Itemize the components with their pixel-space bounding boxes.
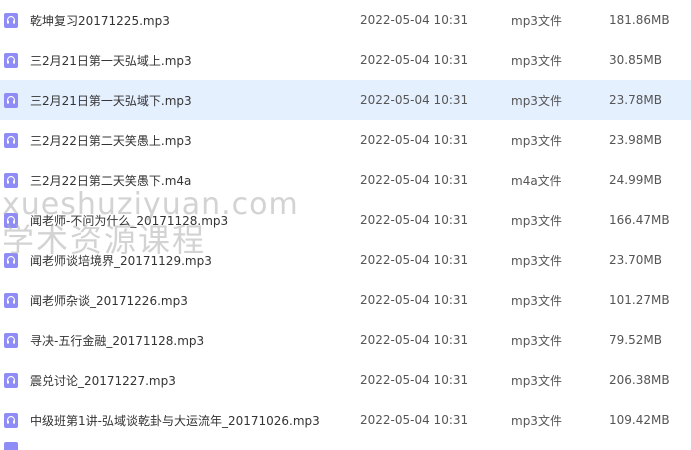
- file-row[interactable]: 三2月22日第二天笑愚上.mp3 2022-05-04 10:31 mp3文件 23.…: [0, 120, 691, 160]
- headphones-icon: [4, 92, 18, 108]
- modified-date: 2022-05-04 10:31: [360, 173, 469, 187]
- modified-date: 2022-05-04 10:31: [360, 213, 469, 227]
- file-row[interactable]: 寻决-五行金融_20171128.mp3 2022-05-04 10:31 mp3文…: [0, 320, 691, 360]
- file-type: mp3文件: [511, 253, 562, 268]
- file-size: 30.85MB: [609, 53, 662, 67]
- modified-date: 2022-05-04 10:31: [360, 373, 469, 387]
- file-name: 三2月22日第二天笑愚上.mp3: [30, 133, 192, 148]
- headphones-icon: [4, 132, 18, 148]
- modified-date: 2022-05-04 10:31: [360, 413, 469, 427]
- file-name: 闻老师谈培境界_20171129.mp3: [30, 253, 212, 268]
- file-type: mp3文件: [511, 93, 562, 108]
- file-name: 闻老师杂谈_20171226.mp3: [30, 293, 188, 308]
- file-size: 109.42MB: [609, 413, 670, 427]
- file-size: 79.52MB: [609, 333, 662, 347]
- modified-date: 2022-05-04 10:31: [360, 53, 469, 67]
- file-rows: 乾坤复习20171225.mp3 2022-05-04 10:31 mp3文件 181…: [0, 0, 691, 450]
- file-row[interactable]: 三2月21日第一天弘域上.mp3 2022-05-04 10:31 mp3文件 30.…: [0, 40, 691, 80]
- modified-date: 2022-05-04 10:31: [360, 333, 469, 347]
- file-name: 中级班第1讲-弘域谈乾卦与大运流年_20171026.mp3: [30, 413, 320, 428]
- modified-date: 2022-05-04 10:31: [360, 253, 469, 267]
- file-row[interactable]: 闻老师谈培境界_20171129.mp3 2022-05-04 10:31 mp3文…: [0, 240, 691, 280]
- file-type: m4a文件: [511, 173, 562, 188]
- file-row[interactable]: 三2月21日第一天弘域下.mp3 2022-05-04 10:31 mp3文件 23.…: [0, 80, 691, 120]
- file-type: mp3文件: [511, 53, 562, 68]
- headphones-icon: [4, 412, 18, 428]
- file-size: 23.78MB: [609, 93, 662, 107]
- file-row[interactable]: 乾坤复习20171225.mp3 2022-05-04 10:31 mp3文件 181…: [0, 0, 691, 40]
- file-name: 三2月21日第一天弘域下.mp3: [30, 93, 192, 108]
- file-row[interactable]: 中级班第1讲-弘域谈乾卦与大运流年_20171026.mp3 2022-05-04…: [0, 400, 691, 440]
- file-size: 23.70MB: [609, 253, 662, 267]
- headphones-icon: [4, 52, 18, 68]
- file-size: 206.38MB: [609, 373, 670, 387]
- headphones-icon: [4, 172, 18, 188]
- headphones-icon: [4, 442, 18, 450]
- modified-date: 2022-05-04 10:31: [360, 133, 469, 147]
- file-size: 166.47MB: [609, 213, 670, 227]
- file-type: mp3文件: [511, 13, 562, 28]
- file-name: 闻老师-不问为什么_20171128.mp3: [30, 213, 229, 228]
- modified-date: 2022-05-04 10:31: [360, 293, 469, 307]
- headphones-icon: [4, 12, 18, 28]
- file-type: mp3文件: [511, 293, 562, 308]
- file-list: 乾坤复习20171225.mp3 2022-05-04 10:31 mp3文件 181…: [0, 0, 691, 450]
- headphones-icon: [4, 372, 18, 388]
- file-type: mp3文件: [511, 213, 562, 228]
- file-type: mp3文件: [511, 333, 562, 348]
- file-name: 寻决-五行金融_20171128.mp3: [30, 333, 205, 348]
- file-size: 23.98MB: [609, 133, 662, 147]
- file-row[interactable]: 三2月22日第二天笑愚下.m4a 2022-05-04 10:31 m4a文件 24.…: [0, 160, 691, 200]
- file-type: mp3文件: [511, 413, 562, 428]
- file-size: 24.99MB: [609, 173, 662, 187]
- file-size: 181.86MB: [609, 13, 670, 27]
- headphones-icon: [4, 292, 18, 308]
- file-row[interactable]: 震兑讨论_20171227.mp3 2022-05-04 10:31 mp3文件 20…: [0, 360, 691, 400]
- file-size: 101.27MB: [609, 293, 670, 307]
- modified-date: 2022-05-04 10:31: [360, 93, 469, 107]
- headphones-icon: [4, 212, 18, 228]
- file-name: 三2月22日第二天笑愚下.m4a: [30, 173, 192, 188]
- modified-date: 2022-05-04 10:31: [360, 13, 469, 27]
- file-row[interactable]: 闻老师杂谈_20171226.mp3 2022-05-04 10:31 mp3文件 1…: [0, 280, 691, 320]
- headphones-icon: [4, 252, 18, 268]
- file-row[interactable]: 闻老师-不问为什么_20171128.mp3 2022-05-04 10:31 mp…: [0, 200, 691, 240]
- file-name: 三2月21日第一天弘域上.mp3: [30, 53, 192, 68]
- file-row-partial[interactable]: [0, 440, 691, 450]
- file-name: 震兑讨论_20171227.mp3: [30, 373, 176, 388]
- file-type: mp3文件: [511, 133, 562, 148]
- file-name: 乾坤复习20171225.mp3: [30, 13, 170, 28]
- file-type: mp3文件: [511, 373, 562, 388]
- headphones-icon: [4, 332, 18, 348]
